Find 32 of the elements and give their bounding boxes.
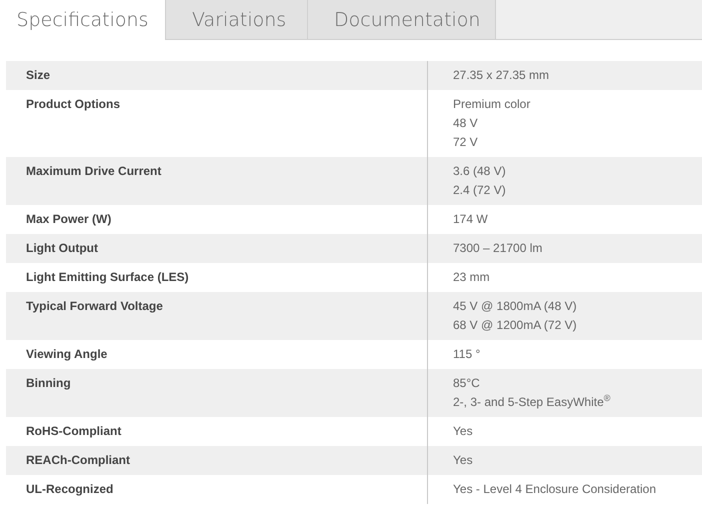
spec-label: Light Output xyxy=(26,241,98,255)
spec-value: 72 V xyxy=(453,135,478,149)
spec-value: Yes xyxy=(453,424,473,438)
spec-value: 45 V @ 1800mA (48 V) xyxy=(453,299,577,313)
spec-value: 48 V xyxy=(453,116,478,130)
spec-label: Product Options xyxy=(26,97,120,111)
spec-value: 174 W xyxy=(453,212,488,226)
spec-label: RoHS-Compliant xyxy=(26,424,122,438)
spec-value: 115 ° xyxy=(453,347,480,361)
spec-value: 7300 – 21700 lm xyxy=(453,241,542,255)
spec-label: REACh-Compliant xyxy=(26,453,130,467)
spec-label: Binning xyxy=(26,376,71,390)
spec-label: Typical Forward Voltage xyxy=(26,299,163,313)
tab[interactable]: Documentation xyxy=(308,0,496,39)
spec-value: Premium color xyxy=(453,97,530,111)
spec-label: UL-Recognized xyxy=(26,482,114,496)
spec-label: Maximum Drive Current xyxy=(26,164,162,178)
spec-label: Light Emitting Surface (LES) xyxy=(26,270,189,284)
spec-value: 27.35 x 27.35 mm xyxy=(453,68,550,82)
spec-label: Size xyxy=(26,68,50,82)
spec-label: Viewing Angle xyxy=(26,347,108,361)
spec-value: 3.6 (48 V) xyxy=(453,164,506,178)
spec-value: 2.4 (72 V) xyxy=(453,183,506,197)
spec-value: 85°C xyxy=(453,376,480,390)
spec-value: Yes - Level 4 Enclosure Consideration xyxy=(453,482,656,496)
spec-value: 68 V @ 1200mA (72 V) xyxy=(453,318,577,332)
spec-value: Yes xyxy=(453,453,473,467)
tab[interactable]: Specifications xyxy=(0,0,166,40)
spec-value: 2-, 3- and 5-Step EasyWhite$^{®}$ xyxy=(453,395,610,409)
tab[interactable]: Variations xyxy=(166,0,308,39)
spec-value: 23 mm xyxy=(453,270,490,284)
spec-label: Max Power (W) xyxy=(26,212,112,226)
